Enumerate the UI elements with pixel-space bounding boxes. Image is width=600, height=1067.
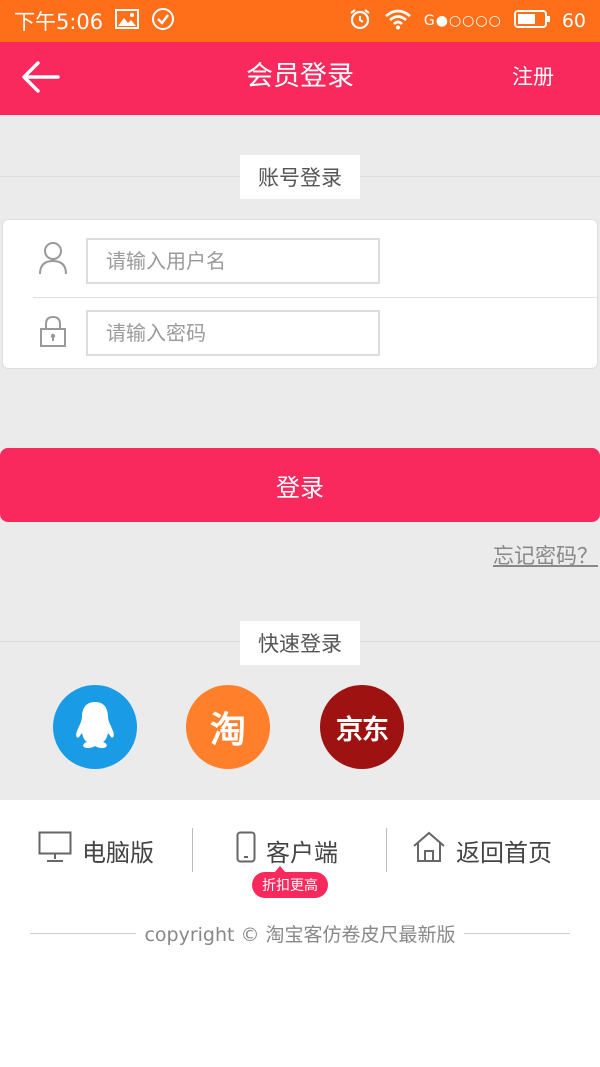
taobao-logo-icon: 淘 — [209, 710, 246, 751]
page-title: 会员登录 — [246, 61, 354, 92]
qq-login-button[interactable] — [53, 685, 137, 769]
header-bar: 会员登录 注册 — [0, 42, 600, 115]
screen: 下午5:06 G●○○○○ 60 会员登录 注册 账号登录 请输入用户名 登录 … — [0, 0, 600, 1067]
footer-separator — [192, 828, 193, 872]
password-input[interactable] — [86, 310, 380, 356]
gallery-icon — [115, 9, 140, 33]
register-button[interactable]: 注册 — [512, 42, 554, 115]
account-login-label: 账号登录 — [240, 155, 360, 199]
phone-icon — [236, 831, 256, 869]
alarm-icon — [348, 7, 372, 35]
client-app-link[interactable]: 客户端 — [236, 830, 338, 870]
battery-level: 60 — [561, 10, 586, 32]
footer-separator — [386, 828, 387, 872]
network-signal: G●○○○○ — [423, 13, 502, 29]
copyright-text: copyright © 淘宝客仿卷皮尺最新版 — [144, 923, 456, 946]
login-content: 账号登录 登录 忘记密码？ 快速登录 淘 京 — [0, 115, 600, 800]
client-app-label: 客户端 — [266, 838, 338, 867]
home-label: 返回首页 — [456, 838, 552, 867]
username-input[interactable] — [86, 238, 380, 284]
copyright-row: copyright © 淘宝客仿卷皮尺最新版 — [30, 918, 571, 948]
taobao-login-button[interactable]: 淘 — [186, 685, 270, 769]
copyright-line — [30, 932, 137, 934]
pc-version-label: 电脑版 — [82, 838, 154, 867]
wifi-icon — [384, 8, 412, 34]
user-icon — [35, 238, 71, 278]
monitor-icon — [38, 831, 72, 869]
battery-icon — [513, 10, 550, 32]
qq-penguin-icon — [72, 699, 118, 755]
jd-logo-icon: 京东 — [336, 714, 389, 746]
copyright-line — [463, 932, 571, 934]
home-link[interactable]: 返回首页 — [412, 830, 552, 870]
footer: 电脑版 客户端 折扣更高 返回首页 copyright © 淘宝客仿卷皮尺最新版 — [0, 800, 600, 1067]
back-button[interactable] — [20, 60, 62, 98]
status-time: 下午5:06 — [14, 10, 104, 34]
home-icon — [412, 831, 446, 869]
status-bar: 下午5:06 G●○○○○ 60 — [0, 0, 600, 42]
status-left: 下午5:06 — [14, 6, 175, 36]
jd-login-button[interactable]: 京东 — [320, 685, 404, 769]
field-divider — [33, 297, 597, 298]
quick-login-label: 快速登录 — [240, 621, 360, 665]
discount-badge: 折扣更高 — [252, 866, 328, 898]
check-circle-icon — [151, 7, 175, 35]
login-form — [2, 219, 598, 369]
lock-icon — [35, 311, 71, 351]
status-right: G●○○○○ 60 — [348, 7, 586, 35]
pc-version-link[interactable]: 电脑版 — [38, 830, 154, 870]
arrow-left-icon — [20, 60, 60, 98]
login-button[interactable]: 登录 — [0, 448, 600, 522]
forgot-password-link[interactable]: 忘记密码？ — [493, 540, 598, 570]
